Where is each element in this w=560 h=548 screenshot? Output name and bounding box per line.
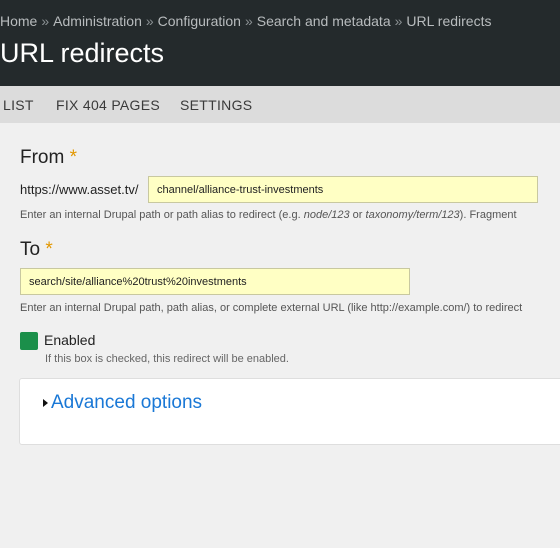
breadcrumb-separator: » [41,13,50,29]
from-description: Enter an internal Drupal path or path al… [20,209,517,221]
breadcrumb-administration[interactable]: Administration [53,13,142,29]
required-marker: * [69,147,78,168]
from-label: From * [20,147,77,169]
page-title: URL redirects [0,38,165,68]
from-url-prefix: https://www.asset.tv/ [20,182,139,197]
breadcrumb-url-redirects[interactable]: URL redirects [406,13,491,29]
tab-fix-404-pages[interactable]: FIX 404 PAGES [56,97,160,113]
secondary-tabs: LIST FIX 404 PAGES SETTINGS [0,86,560,123]
enabled-description: If this box is checked, this redirect wi… [45,353,289,365]
from-label-text: From [20,147,65,168]
from-path-input[interactable] [148,176,538,203]
breadcrumb-configuration[interactable]: Configuration [158,13,241,29]
breadcrumb: Home» Administration» Configuration» Search… [0,13,491,29]
breadcrumb-home[interactable]: Home [0,13,37,29]
caret-right-icon[interactable] [43,399,48,407]
advanced-options-toggle[interactable]: Advanced options [51,392,202,414]
tab-settings[interactable]: SETTINGS [180,97,252,113]
to-path-input[interactable] [20,268,410,295]
breadcrumb-separator: » [394,13,403,29]
breadcrumb-separator: » [145,13,154,29]
breadcrumb-separator: » [244,13,253,29]
to-label-text: To [20,239,41,260]
advanced-options-panel: Advanced options [19,378,560,445]
from-desc-part: ). Fragment [459,209,517,221]
page-header: Home» Administration» Configuration» Search… [0,0,560,86]
from-desc-example: node/123 [303,209,350,221]
breadcrumb-search-and-metadata[interactable]: Search and metadata [257,13,391,29]
required-marker: * [45,239,53,260]
to-description: Enter an internal Drupal path, path alia… [20,302,523,314]
enabled-label[interactable]: Enabled [44,332,95,348]
enabled-checkbox[interactable] [20,332,38,350]
to-label: To * [20,239,53,261]
from-desc-example: taxonomy/term/123 [365,209,460,221]
tab-list[interactable]: LIST [3,97,34,113]
from-desc-part: Enter an internal Drupal path or path al… [20,209,304,221]
from-desc-part: or [349,209,366,221]
